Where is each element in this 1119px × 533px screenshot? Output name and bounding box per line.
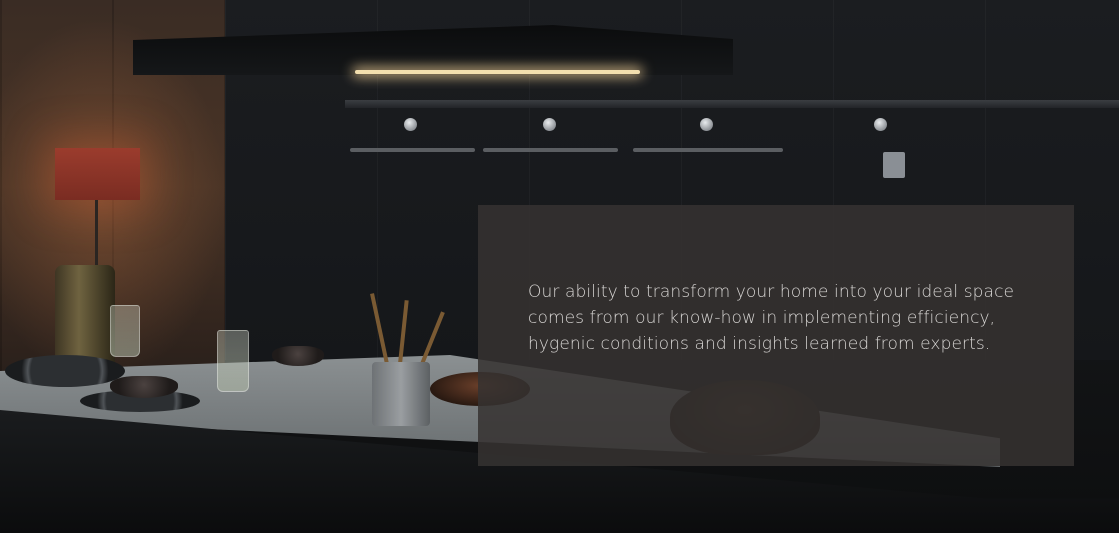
oven-knob <box>543 118 556 131</box>
oven-knob <box>874 118 887 131</box>
oven-handle <box>633 148 783 152</box>
hero-section: Our ability to transform your home into … <box>0 0 1119 533</box>
utensil-jar <box>372 362 430 426</box>
range-hood-light <box>355 70 640 74</box>
wine-glass <box>110 305 140 357</box>
oven-knob <box>700 118 713 131</box>
description-text: Our ability to transform your home into … <box>528 282 1015 354</box>
bowl <box>110 376 178 398</box>
oven-knob <box>404 118 417 131</box>
wall-switch <box>883 152 905 178</box>
floor-lamp-shade <box>55 148 140 200</box>
dinner-plate <box>5 355 125 387</box>
bottles <box>55 265 115 365</box>
description-card: Our ability to transform your home into … <box>478 205 1074 466</box>
bowl <box>272 346 324 366</box>
oven-handle <box>350 148 475 152</box>
oven-handle <box>483 148 618 152</box>
oven-trim <box>345 100 1119 108</box>
wine-glass <box>217 330 249 392</box>
